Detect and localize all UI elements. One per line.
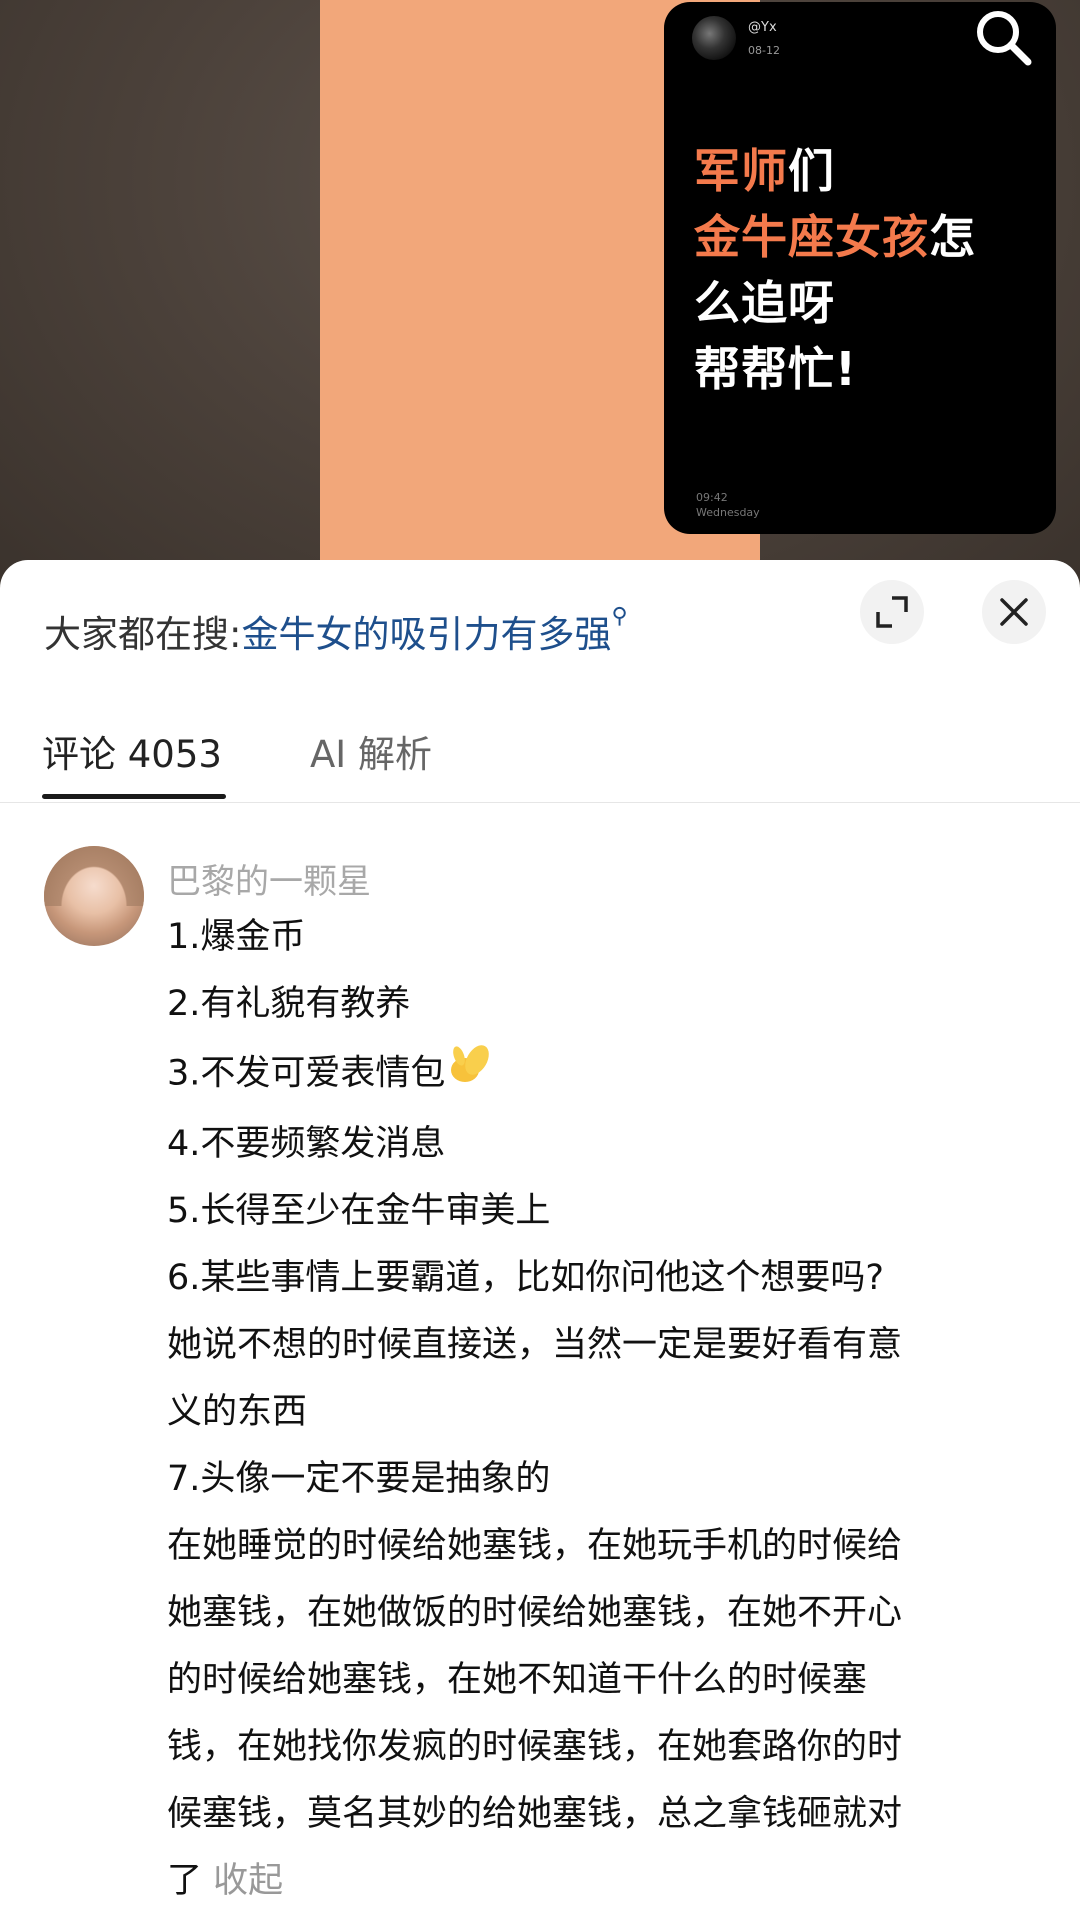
comment-line: 2.有礼貌有教养 bbox=[167, 984, 411, 1024]
headline-line2-orange: 金牛座女孩 bbox=[694, 210, 929, 264]
headline-line4: 帮帮忙! bbox=[694, 342, 857, 396]
suggestion-query-link[interactable]: 金牛女的吸引力有多强 bbox=[241, 613, 611, 656]
suggestion-search-icon: ⚲ bbox=[611, 604, 628, 629]
comment-line: 4.不要频繁发消息 bbox=[167, 1124, 446, 1164]
comment-line: 候塞钱，莫名其妙的给她塞钱，总之拿钱砸就对 bbox=[167, 1794, 903, 1834]
poster-date: 08-12 bbox=[748, 44, 780, 57]
headline-line3: 么追呀 bbox=[694, 276, 835, 330]
comment-line: 她塞钱，在她做饭的时候给她塞钱，在她不开心 bbox=[167, 1593, 903, 1633]
poster-avatar bbox=[692, 16, 736, 60]
suggestion-prefix: 大家都在搜: bbox=[44, 613, 242, 656]
avatar[interactable] bbox=[44, 846, 144, 946]
close-icon bbox=[1000, 598, 1028, 626]
comment-line: 钱，在她找你发疯的时候塞钱，在她套路你的时 bbox=[167, 1727, 903, 1767]
search-suggestion[interactable]: 大家都在搜:金牛女的吸引力有多强⚲ bbox=[44, 604, 628, 658]
poster-headline: 军师们 金牛座女孩怎 么追呀 帮帮忙! bbox=[694, 138, 1034, 402]
comment-line: 在她睡觉的时候给她塞钱，在她玩手机的时候给 bbox=[167, 1526, 903, 1566]
comment-line-text: 了 bbox=[167, 1861, 203, 1901]
search-icon[interactable] bbox=[972, 6, 1034, 68]
headline-line2-white: 怎 bbox=[929, 210, 976, 264]
comment-author[interactable]: 巴黎的一颗星 bbox=[167, 854, 371, 903]
comment-line: 5.长得至少在金牛审美上 bbox=[167, 1191, 551, 1231]
comment-line: 了 收起 bbox=[167, 1848, 1027, 1915]
comment-line: 义的东西 bbox=[167, 1392, 308, 1432]
video-poster: @Yx 08-12 军师们 金牛座女孩怎 么追呀 帮帮忙! 09:42 Wedn… bbox=[320, 0, 1056, 600]
tab-bar: 评论 4053 AI 解析 bbox=[0, 710, 1080, 803]
comment-line: 她说不想的时候直接送，当然一定是要好看有意 bbox=[167, 1325, 903, 1365]
pinched-fingers-icon bbox=[445, 1038, 495, 1111]
headline-line1-white: 们 bbox=[788, 144, 835, 198]
comment-line: 6.某些事情上要霸道，比如你问他这个想要吗? bbox=[167, 1258, 884, 1298]
poster-weekday: Wednesday bbox=[696, 506, 760, 519]
comment-sheet: 大家都在搜:金牛女的吸引力有多强⚲ 评论 4053 AI 解析 巴黎的一颗星 1… bbox=[0, 560, 1080, 1901]
video-background[interactable]: @Yx 08-12 军师们 金牛座女孩怎 么追呀 帮帮忙! 09:42 Wedn… bbox=[0, 0, 1080, 600]
expand-button[interactable] bbox=[860, 580, 924, 644]
poster-time: 09:42 Wednesday bbox=[696, 490, 760, 520]
comment-line: 7.头像一定不要是抽象的 bbox=[167, 1459, 551, 1499]
poster-handle: @Yx bbox=[748, 20, 777, 35]
tab-ai-analysis[interactable]: AI 解析 bbox=[310, 724, 432, 778]
comment-line-text: 3.不发可爱表情包 bbox=[167, 1053, 446, 1094]
comment-line: 1.爆金币 bbox=[167, 917, 306, 957]
tab-active-indicator bbox=[42, 794, 226, 799]
collapse-link[interactable]: 收起 bbox=[213, 1861, 283, 1901]
expand-icon bbox=[876, 596, 908, 628]
comment-line: 3.不发可爱表情包 bbox=[167, 1038, 1027, 1111]
poster-clock: 09:42 bbox=[696, 491, 728, 504]
poster-phone-screen: @Yx 08-12 军师们 金牛座女孩怎 么追呀 帮帮忙! 09:42 Wedn… bbox=[664, 2, 1056, 534]
close-button[interactable] bbox=[982, 580, 1046, 644]
headline-line1-orange: 军师 bbox=[694, 144, 788, 198]
tab-comments[interactable]: 评论 4053 bbox=[42, 724, 222, 778]
comment-line: 的时候给她塞钱，在她不知道干什么的时候塞 bbox=[167, 1660, 868, 1700]
comment-text: 1.爆金币 2.有礼貌有教养 3.不发可爱表情包 4.不要频繁发消息 5.长得至… bbox=[167, 904, 1027, 1915]
